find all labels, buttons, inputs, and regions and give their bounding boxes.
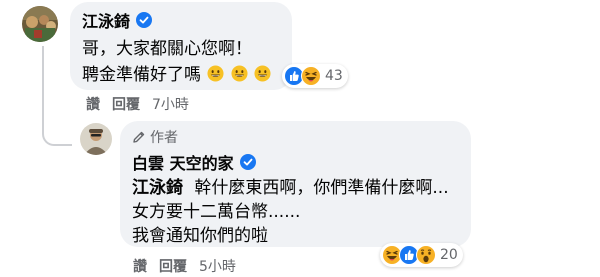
reply-button[interactable]: 回覆: [112, 94, 140, 114]
comment-bubble: 江泳錡 哥，大家都關心您啊！ 聘金準備好了嗎: [70, 2, 292, 90]
pen-icon: [133, 131, 145, 143]
comment-text-line: 聘金準備好了嗎: [82, 62, 280, 88]
comment-text-line: 女方要十二萬台幣......: [132, 202, 301, 222]
avatar[interactable]: [80, 123, 112, 155]
verified-badge-icon: [136, 12, 153, 28]
wow-reaction-icon: [416, 245, 436, 265]
grinning-emoji-icon: [231, 65, 248, 82]
mention-link[interactable]: 江泳錡: [132, 178, 183, 198]
comment-actions: 讚 回覆 5小時: [133, 256, 236, 276]
comment-author[interactable]: 江泳錡: [82, 8, 130, 32]
reply-button[interactable]: 回覆: [159, 256, 187, 276]
comment-timestamp[interactable]: 5小時: [199, 256, 236, 276]
comment-text-line: 哥，大家都關心您啊！: [82, 39, 252, 59]
comment-bubble: 作者 白雲 天空的家 江泳錡 幹什麼東西啊，你們準備什麼啊... 女方要十二萬台…: [120, 121, 471, 247]
grinning-emoji-icon: [254, 65, 271, 82]
comment-text-line: 江泳錡 幹什麼東西啊，你們準備什麼啊...: [132, 176, 459, 200]
reaction-summary[interactable]: 43: [282, 64, 348, 88]
like-button[interactable]: 讚: [86, 94, 100, 114]
grinning-emoji-icon: [207, 65, 224, 82]
comment-timestamp[interactable]: 7小時: [152, 94, 189, 114]
author-badge: 作者: [132, 127, 459, 147]
comment-text: 幹什麼東西啊，你們準備什麼啊...: [194, 178, 449, 198]
author-badge-label: 作者: [150, 130, 178, 146]
comment-author[interactable]: 白雲 天空的家: [132, 150, 234, 174]
reaction-summary[interactable]: 20: [380, 243, 463, 267]
reply-thread-line: [42, 46, 72, 146]
haha-reaction-icon: [301, 66, 321, 86]
comment-actions: 讚 回覆 7小時: [86, 94, 189, 114]
reaction-count: 43: [325, 68, 343, 84]
comment-text: 聘金準備好了嗎: [82, 65, 201, 85]
avatar[interactable]: [22, 6, 58, 42]
verified-badge-icon: [239, 154, 256, 170]
like-button[interactable]: 讚: [133, 256, 147, 276]
reaction-count: 20: [440, 247, 458, 263]
